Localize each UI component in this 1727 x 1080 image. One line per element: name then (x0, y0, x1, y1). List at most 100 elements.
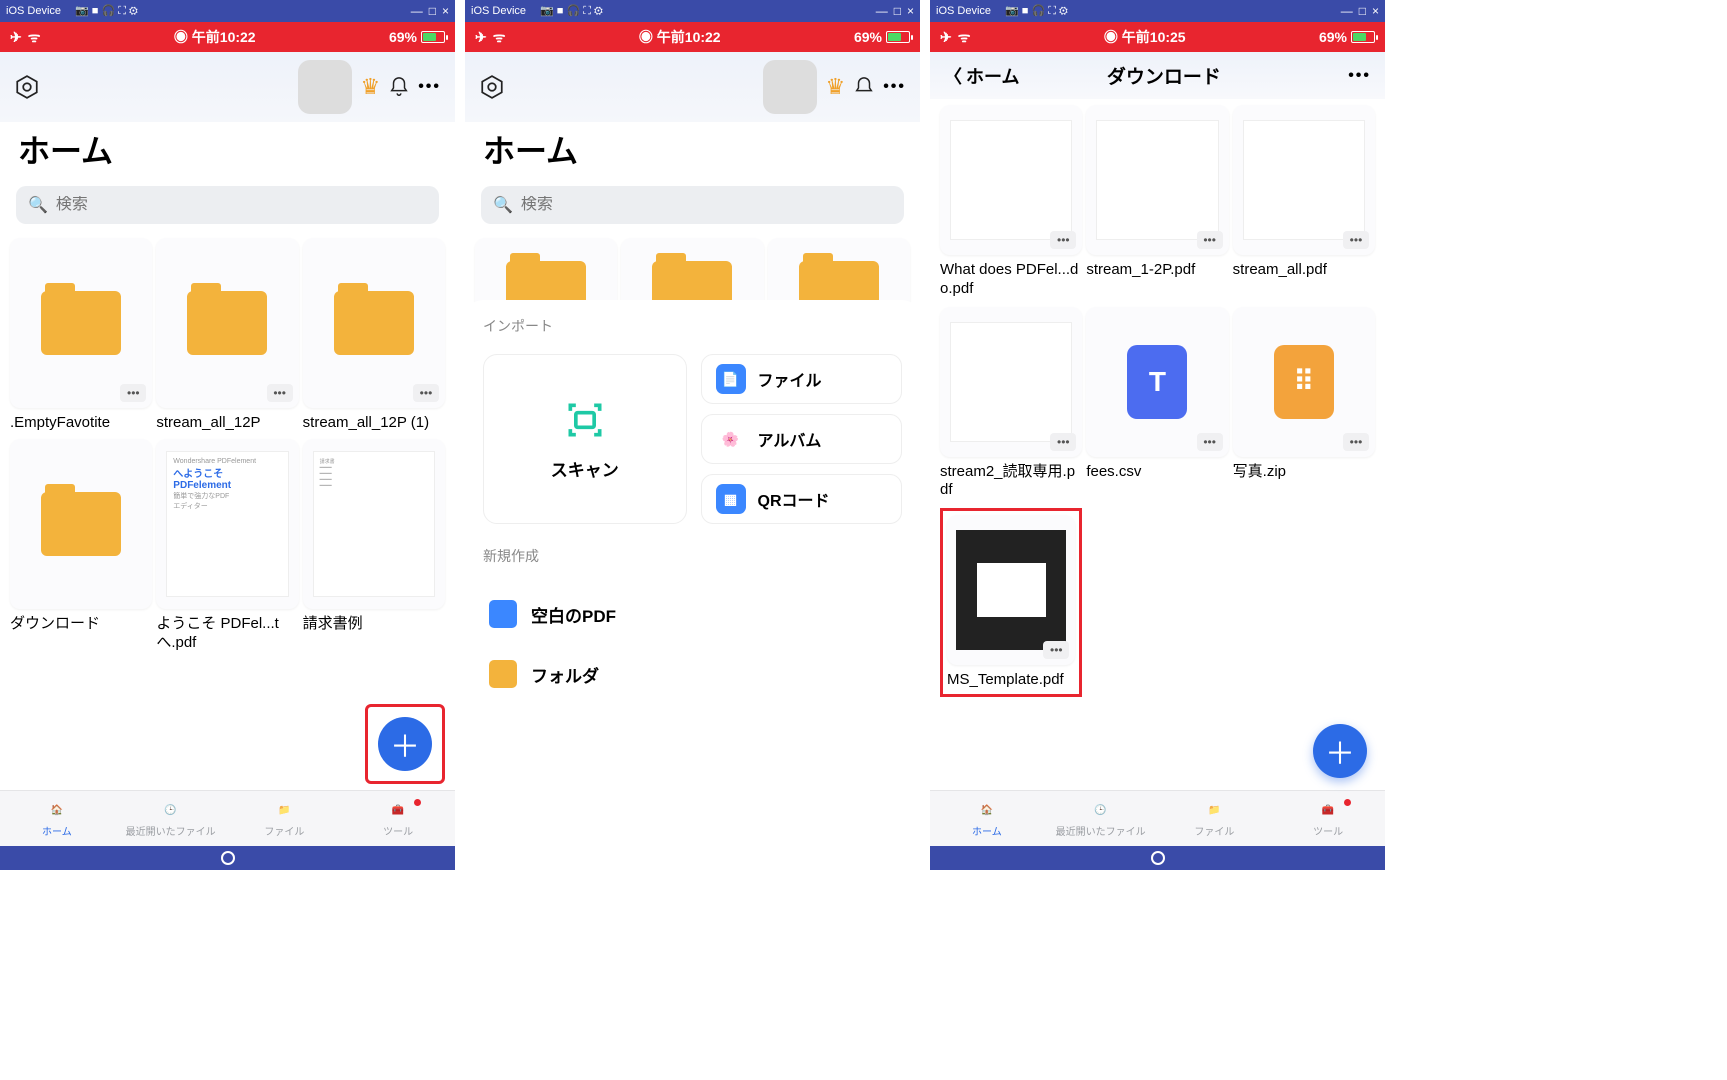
close-icon[interactable]: × (442, 4, 449, 18)
item-more-button[interactable]: ••• (1043, 641, 1069, 659)
titlebar-label: iOS Device (6, 5, 61, 17)
bell-icon[interactable] (853, 76, 875, 98)
search-bar[interactable]: 🔍 (481, 186, 904, 224)
settings-icon[interactable] (14, 74, 40, 100)
item-more-button[interactable]: ••• (1197, 231, 1223, 249)
doc-thumb (1096, 120, 1218, 240)
home-circle-icon[interactable] (1151, 851, 1165, 865)
home-circle-icon[interactable] (221, 851, 235, 865)
fab-add-button[interactable]: ＋ (1313, 724, 1367, 778)
phone-screen-3: iOS Device📷 ■ 🎧 ⛶ ⚙ —□× ✈ᯤ ◉ 午前10:25 69%… (930, 0, 1385, 870)
wifi-icon: ᯤ (28, 28, 41, 47)
wifi-icon: ᯤ (493, 28, 506, 47)
photos-icon: 🌸 (716, 424, 746, 454)
pdf-item[interactable]: 請求書━━━━━━━━━━━━━━━━ 請求書例 (303, 439, 445, 653)
doc-thumb: Wondershare PDFelementへようこそPDFelement簡単で… (166, 451, 288, 597)
ios-status-bar: ✈ᯤ ◉ 午前10:25 69% (930, 22, 1385, 52)
maximize-icon[interactable]: □ (429, 4, 436, 18)
search-icon: 🔍 (493, 195, 513, 215)
folder-item[interactable]: ダウンロード (10, 439, 152, 653)
file-item[interactable]: •••What does PDFel...do.pdf (940, 105, 1082, 299)
window-controls[interactable]: —□× (1341, 4, 1379, 18)
toolbox-icon: 🧰 (387, 799, 409, 821)
titlebar-icons: 📷 ■ 🎧 ⛶ ⚙ (75, 4, 138, 18)
crown-icon[interactable]: ♛ (825, 74, 845, 100)
file-item[interactable]: T•••fees.csv (1086, 307, 1228, 501)
tab-tools[interactable]: 🧰ツール (341, 791, 455, 846)
import-scan-button[interactable]: スキャン (483, 354, 687, 524)
badge-dot (1344, 799, 1351, 806)
tab-home[interactable]: 🏠ホーム (0, 791, 114, 846)
item-more-button[interactable]: ••• (267, 384, 293, 402)
doc-thumb: 請求書━━━━━━━━━━━━━━━━ (313, 451, 435, 597)
create-blank-pdf-button[interactable]: 空白のPDF (483, 584, 902, 644)
home-icon: 🏠 (46, 799, 68, 821)
item-more-button[interactable]: ••• (1197, 433, 1223, 451)
tab-files[interactable]: 📁ファイル (1158, 791, 1272, 846)
tab-home[interactable]: 🏠ホーム (930, 791, 1044, 846)
file-item[interactable]: •••stream_1-2P.pdf (1086, 105, 1228, 299)
tab-bar: 🏠ホーム 🕒最近開いたファイル 📁ファイル 🧰ツール (930, 790, 1385, 846)
clock-icon: 🕒 (1090, 799, 1112, 821)
item-more-button[interactable]: ••• (413, 384, 439, 402)
page-title: ホーム (465, 122, 920, 182)
import-album-button[interactable]: 🌸アルバム (701, 414, 903, 464)
create-folder-button[interactable]: フォルダ (483, 644, 902, 704)
tab-tools[interactable]: 🧰ツール (1271, 791, 1385, 846)
search-input[interactable] (521, 196, 892, 214)
doc-thumb (1243, 120, 1365, 240)
file-item[interactable]: •••stream_all.pdf (1233, 105, 1375, 299)
bottom-sheet: インポート スキャン 📄ファイル 🌸アルバム ▦QRコード 新規作成 空白のPD… (465, 300, 920, 870)
file-item-highlighted[interactable]: ••• MS_Template.pdf (940, 508, 1082, 697)
minimize-icon[interactable]: — (411, 4, 423, 18)
search-input[interactable] (56, 196, 427, 214)
item-more-button[interactable]: ••• (1343, 433, 1369, 451)
import-qr-button[interactable]: ▦QRコード (701, 474, 903, 524)
fab-add-button[interactable]: ＋ (378, 717, 432, 771)
tab-recent[interactable]: 🕒最近開いたファイル (114, 791, 228, 846)
tab-files[interactable]: 📁ファイル (228, 791, 342, 846)
zip-icon: ⠿ (1274, 345, 1334, 419)
record-icon: ◉ (639, 29, 653, 45)
folder-item[interactable]: ••• stream_all_12P (156, 238, 298, 433)
toolbox-icon: 🧰 (1317, 799, 1339, 821)
qr-icon: ▦ (716, 484, 746, 514)
tab-recent[interactable]: 🕒最近開いたファイル (1044, 791, 1158, 846)
bell-icon[interactable] (388, 76, 410, 98)
file-item[interactable]: •••stream2_読取専用.pdf (940, 307, 1082, 501)
item-more-button[interactable]: ••• (120, 384, 146, 402)
clock-icon: 🕒 (160, 799, 182, 821)
ios-status-bar: ✈ᯤ ◉ 午前10:22 69% (0, 22, 455, 52)
more-icon[interactable]: ••• (418, 78, 441, 96)
folder-item[interactable]: ••• .EmptyFavotite (10, 238, 152, 433)
item-more-button[interactable]: ••• (1343, 231, 1369, 249)
home-icon: 🏠 (976, 799, 998, 821)
pdf-item[interactable]: Wondershare PDFelementへようこそPDFelement簡単で… (156, 439, 298, 653)
settings-icon[interactable] (479, 74, 505, 100)
folder-title: ダウンロード (987, 62, 1340, 89)
file-item[interactable]: ⠿•••写真.zip (1233, 307, 1375, 501)
phone-screen-1: iOS Device 📷 ■ 🎧 ⛶ ⚙ — □ × ✈ᯤ ◉ 午前10:22 … (0, 0, 455, 870)
recent-thumb[interactable] (763, 60, 817, 114)
folder-icon (41, 291, 121, 355)
more-icon[interactable]: ••• (1348, 67, 1371, 85)
item-more-button[interactable]: ••• (1050, 231, 1076, 249)
record-icon: ◉ (174, 29, 188, 45)
emulator-titlebar: iOS Device📷 ■ 🎧 ⛶ ⚙ —□× (930, 0, 1385, 22)
more-icon[interactable]: ••• (883, 78, 906, 96)
import-file-button[interactable]: 📄ファイル (701, 354, 903, 404)
folder-item[interactable]: ••• stream_all_12P (1) (303, 238, 445, 433)
download-grid[interactable]: •••What does PDFel...do.pdf •••stream_1-… (930, 99, 1385, 790)
airplane-icon: ✈ (10, 29, 22, 46)
fab-highlight: ＋ (365, 704, 445, 784)
crown-icon[interactable]: ♛ (360, 74, 380, 100)
battery-icon (421, 31, 445, 43)
app-header: ♛ ••• (0, 52, 455, 122)
recent-thumb[interactable] (298, 60, 352, 114)
window-controls[interactable]: — □ × (411, 4, 449, 18)
doc-thumb (956, 530, 1066, 650)
airplane-icon: ✈ (475, 29, 487, 46)
search-bar[interactable]: 🔍 (16, 186, 439, 224)
item-more-button[interactable]: ••• (1050, 433, 1076, 451)
window-controls[interactable]: —□× (876, 4, 914, 18)
